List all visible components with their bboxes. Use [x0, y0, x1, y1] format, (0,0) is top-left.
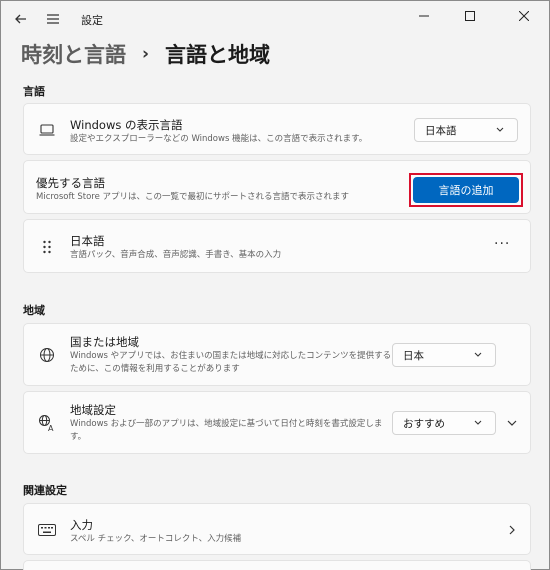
- language-item-title: 日本語: [70, 234, 105, 248]
- regional-format-value: おすすめ: [403, 417, 445, 430]
- typing-subtitle: スペル チェック、オートコレクト、入力候補: [70, 534, 242, 544]
- minimize-button[interactable]: [401, 1, 447, 31]
- back-arrow-icon: [15, 14, 26, 24]
- chevron-down-icon: [496, 127, 504, 132]
- preferred-languages-title: 優先する言語: [36, 176, 105, 190]
- display-language-dropdown[interactable]: 日本語: [414, 118, 518, 142]
- country-region-card: 国または地域 Windows やアプリでは、お住まいの国または地域に対応したコン…: [23, 323, 531, 386]
- more-options-button[interactable]: ···: [494, 236, 510, 252]
- chevron-down-icon: [474, 352, 482, 357]
- preferred-languages-subtitle: Microsoft Store アプリは、この一覧で最初にサポートされる言語で表…: [36, 192, 350, 202]
- keyboard-icon: [38, 521, 56, 539]
- section-label-related: 関連設定: [23, 484, 67, 497]
- country-region-dropdown[interactable]: 日本: [392, 343, 496, 367]
- display-language-subtitle: 設定やエクスプローラーなどの Windows 機能は、この言語で表示されます。: [70, 134, 368, 144]
- close-icon: [519, 11, 529, 21]
- country-region-subtitle: Windows やアプリでは、お住まいの国または地域に対応したコンテンツを提供す…: [70, 350, 391, 376]
- display-language-card: Windows の表示言語 設定やエクスプローラーなどの Windows 機能は…: [23, 103, 531, 155]
- regional-format-subtitle-line1: Windows および一部のアプリは、地域設定に基づいて日付と時刻を書式設定しま: [70, 419, 383, 429]
- expand-chevron-icon[interactable]: [506, 417, 518, 429]
- page-title: 言語と地域: [165, 43, 271, 67]
- regional-format-subtitle-line2: す。: [70, 432, 87, 442]
- country-region-subtitle-line2: ために、この情報を利用することがあります: [70, 364, 240, 374]
- language-item-subtitle: 言語パック、音声合成、音声認識、手書き、基本の入力: [70, 250, 282, 260]
- section-label-language: 言語: [23, 85, 45, 98]
- next-setting-card[interactable]: [23, 560, 531, 570]
- breadcrumb-parent[interactable]: 時刻と言語: [21, 39, 126, 69]
- close-button[interactable]: [501, 1, 547, 31]
- regional-format-title: 地域設定: [70, 403, 116, 417]
- add-language-button[interactable]: 言語の追加: [413, 177, 519, 203]
- title-bar: 設定: [1, 1, 549, 37]
- regional-format-icon: A: [38, 414, 56, 432]
- regional-format-dropdown[interactable]: おすすめ: [392, 411, 496, 435]
- drag-handle-icon[interactable]: [38, 238, 56, 256]
- monitor-icon: [38, 121, 56, 139]
- typing-title: 入力: [70, 518, 93, 532]
- language-item-japanese[interactable]: 日本語 言語パック、音声合成、音声認識、手書き、基本の入力 ···: [23, 219, 531, 273]
- maximize-icon: [465, 11, 475, 21]
- globe-icon: [38, 346, 56, 364]
- breadcrumb: 時刻と言語 › 言語と地域: [21, 39, 270, 69]
- chevron-down-icon: [474, 420, 482, 425]
- window-title: 設定: [81, 14, 103, 27]
- display-language-title: Windows の表示言語: [70, 118, 183, 132]
- menu-button[interactable]: [39, 5, 67, 33]
- regional-format-card[interactable]: A 地域設定 Windows および一部のアプリは、地域設定に基づいて日付と時刻…: [23, 391, 531, 454]
- regional-format-subtitle: Windows および一部のアプリは、地域設定に基づいて日付と時刻を書式設定しま…: [70, 418, 382, 444]
- add-language-highlight: 言語の追加: [409, 173, 523, 207]
- country-region-subtitle-line1: Windows やアプリでは、お住まいの国または地域に対応したコンテンツを提供す…: [70, 351, 392, 361]
- country-region-title: 国または地域: [70, 335, 139, 349]
- hamburger-icon: [47, 14, 59, 24]
- country-region-value: 日本: [403, 349, 424, 362]
- minimize-icon: [419, 15, 429, 17]
- typing-card[interactable]: 入力 スペル チェック、オートコレクト、入力候補: [23, 503, 531, 555]
- svg-text:A: A: [48, 424, 54, 432]
- breadcrumb-separator: ›: [142, 44, 150, 64]
- section-label-region: 地域: [23, 304, 45, 317]
- maximize-button[interactable]: [447, 1, 493, 31]
- display-language-value: 日本語: [425, 124, 457, 137]
- chevron-right-icon: [509, 525, 515, 535]
- back-button[interactable]: [7, 5, 35, 33]
